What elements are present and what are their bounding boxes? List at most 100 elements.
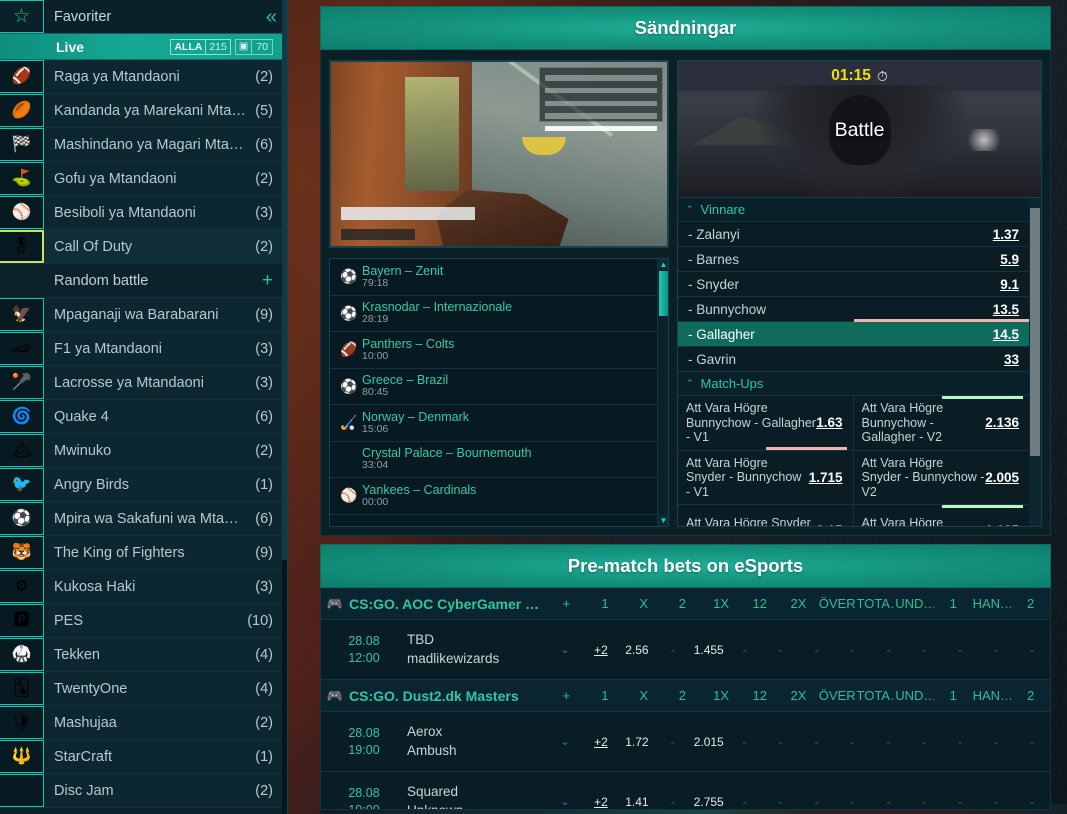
market-column-header[interactable]: + <box>547 596 586 611</box>
odds-cell[interactable]: 2.015 <box>691 735 727 749</box>
matchup-cell[interactable]: Att Vara Högre Snyder - Barnes - 1.625 <box>854 505 1030 526</box>
market-column-header[interactable]: ÖVER <box>818 688 857 703</box>
live-match-row[interactable]: 🏈 Panthers – Colts 10:00 <box>330 332 658 369</box>
chevron-down-icon[interactable]: ⌄ <box>973 610 1012 611</box>
market-column-header[interactable]: TOTA…⌄ <box>857 596 896 611</box>
live-match-row[interactable]: Crystal Palace – Bournemouth 33:04 <box>330 442 658 478</box>
sidebar-item-lacrosse-ya-mtandaoni[interactable]: 🥍 Lacrosse ya Mtandaoni (3) <box>0 366 287 400</box>
odds-row[interactable]: - Gallagher 14.5 <box>678 322 1029 347</box>
odds-row[interactable]: - Bunnychow 13.5 <box>678 297 1029 322</box>
expand-markets-icon[interactable]: ⌄ <box>547 795 583 808</box>
sidebar-item-pes[interactable]: 🅿 PES (10) <box>0 604 287 638</box>
matchup-odds[interactable]: 2.005 <box>985 470 1019 485</box>
market-column-header[interactable]: 2 <box>1011 688 1050 703</box>
market-column-header[interactable]: 1X <box>702 596 741 611</box>
chevron-down-icon[interactable]: ⌄ <box>857 702 896 703</box>
live-match-row[interactable]: 🏑 Norway – Denmark 15:06 <box>330 405 658 442</box>
sidebar-item-mashujaa[interactable]: 🛡 Mashujaa (2) <box>0 706 287 740</box>
odds-row[interactable]: - Snyder 9.1 <box>678 272 1029 297</box>
market-column-header[interactable]: 1 <box>934 596 973 611</box>
sidebar-item-tekken[interactable]: 🥋 Tekken (4) <box>0 638 287 672</box>
odds-value[interactable]: 9.1 <box>1000 277 1019 292</box>
market-column-header[interactable]: 1 <box>586 596 625 611</box>
sidebar-item-the-king-of-fighters[interactable]: 🐯 The King of Fighters (9) <box>0 536 287 570</box>
chevron-up-icon[interactable]: ⌃ <box>686 378 694 389</box>
sidebar-scrollbar[interactable] <box>282 0 287 814</box>
odds-row[interactable]: - Barnes 5.9 <box>678 247 1029 272</box>
live-match-row[interactable]: ⚽ Krasnodar – Internazionale 28:19 <box>330 296 658 332</box>
chevron-down-icon[interactable]: ⌄ <box>857 610 896 611</box>
market-column-header[interactable]: X⌄ <box>624 688 663 703</box>
odds-scrollbar[interactable] <box>1029 198 1041 526</box>
sidebar-item-mwinuko[interactable]: 🏔 Mwinuko (2) <box>0 434 287 468</box>
sidebar-item-mashindano-ya-magari-mta[interactable]: 🏁 Mashindano ya Magari Mta… (6) <box>0 128 287 162</box>
market-column-header[interactable]: 2 <box>1011 596 1050 611</box>
odds-scrollbar-thumb[interactable] <box>1030 208 1040 456</box>
market-column-header[interactable]: + <box>547 688 586 703</box>
match-list-scrollbar[interactable]: ▲ ▼ <box>657 259 668 526</box>
matchup-odds[interactable]: 1.625 <box>985 523 1019 526</box>
match-list-scrollbar-thumb[interactable] <box>659 271 668 316</box>
expand-markets-icon[interactable]: ⌄ <box>547 735 583 748</box>
odds-cell[interactable]: +2 <box>583 735 619 749</box>
odds-cell[interactable]: 2.56 <box>619 643 655 657</box>
market-column-header[interactable]: 12⌄ <box>740 688 779 703</box>
market-column-header[interactable]: UND… <box>895 688 934 703</box>
league-header[interactable]: 🎮CS:GO. Dust2.dk Masters+1X⌄21X12⌄2XÖVER… <box>321 680 1050 712</box>
market-column-header[interactable]: HAN…⌄ <box>973 688 1012 703</box>
matchup-cell[interactable]: Att Vara Högre Snyder - Bunnychow - V1 1.… <box>678 450 854 504</box>
market-column-header[interactable]: 2X <box>779 596 818 611</box>
sidebar-item-raga-ya-mtandaoni[interactable]: 🏈 Raga ya Mtandaoni (2) <box>0 60 287 94</box>
live-match-row[interactable]: ⚽ Greece – Brazil 80:45 <box>330 369 658 405</box>
market-column-header[interactable]: UND… <box>895 596 934 611</box>
live-all-badge[interactable]: ALLA 215 <box>170 38 231 55</box>
sidebar-item-starcraft[interactable]: 🔱 StarCraft (1) <box>0 740 287 774</box>
expand-markets-icon[interactable]: ⌄ <box>547 643 583 656</box>
sidebar-item-kandanda-ya-marekani-mta[interactable]: 🏉 Kandanda ya Marekani Mta… (5) <box>0 94 287 128</box>
scroll-up-arrow-icon[interactable]: ▲ <box>658 259 668 270</box>
odds-cell[interactable]: +2 <box>583 643 619 657</box>
league-header[interactable]: 🎮CS:GO. AOC CyberGamer …+1X⌄21X12⌄2XÖVER… <box>321 588 1050 620</box>
odds-cell[interactable]: 1.72 <box>619 735 655 749</box>
market-column-header[interactable]: ÖVER <box>818 596 857 611</box>
live-video-player[interactable] <box>329 60 669 248</box>
matchup-odds[interactable]: 2.15 <box>816 523 842 526</box>
sidebar-item-kukosa-haki[interactable]: ⚙ Kukosa Haki (3) <box>0 570 287 604</box>
matchup-odds[interactable]: 1.715 <box>809 470 843 485</box>
sidebar-item-angry-birds[interactable]: 🐦 Angry Birds (1) <box>0 468 287 502</box>
market-column-header[interactable]: 2X <box>779 688 818 703</box>
chevron-up-icon[interactable]: ⌃ <box>686 204 694 215</box>
odds-cell[interactable]: 1.41 <box>619 795 655 809</box>
sidebar-item-live[interactable]: Live ALLA 215 ▣ 70 <box>0 34 287 60</box>
odds-value[interactable]: 1.37 <box>993 227 1019 242</box>
market-column-header[interactable]: HAN…⌄ <box>973 596 1012 611</box>
matchup-odds[interactable]: 2.136 <box>985 415 1019 430</box>
live-stream-badge[interactable]: ▣ 70 <box>234 38 273 55</box>
matchup-cell[interactable]: Att Vara Högre Snyder - Bunnychow - V2 2.… <box>854 451 1030 505</box>
prematch-event-row[interactable]: 28.08 19:00 Squared Unknown ⌄ +2 1.41 - 2.755 - - -… <box>321 772 1050 809</box>
odds-row[interactable]: - Gavrin 33 <box>678 347 1029 372</box>
odds-cell[interactable]: 2.755 <box>691 795 727 809</box>
market-column-header[interactable]: 1X <box>702 688 741 703</box>
odds-value[interactable]: 14.5 <box>993 327 1019 342</box>
live-match-row[interactable]: ⚾ Yankees – Cardinals 00:00 <box>330 478 658 515</box>
scroll-down-arrow-icon[interactable]: ▼ <box>658 515 668 526</box>
sidebar-item-twentyone[interactable]: 🂡 TwentyOne (4) <box>0 672 287 706</box>
sidebar-item-besiboli-ya-mtandaoni[interactable]: ⚾ Besiboli ya Mtandaoni (3) <box>0 196 287 230</box>
market-column-header[interactable]: TOTA…⌄ <box>857 688 896 703</box>
chevron-down-icon[interactable]: ⌄ <box>973 702 1012 703</box>
chevron-down-icon[interactable]: ⌄ <box>740 702 779 703</box>
battle-preview[interactable]: 01:15 ⏱ Battle <box>677 60 1042 198</box>
odds-value[interactable]: 33 <box>1004 352 1019 367</box>
odds-group-header[interactable]: ⌃ Match-Ups <box>678 372 1029 396</box>
prematch-event-row[interactable]: 28.08 12:00 TBD madlikewizards ⌄ +2 2.56 - 1.455… <box>321 620 1050 680</box>
chevron-down-icon[interactable]: ⌄ <box>624 702 663 703</box>
chevron-down-icon[interactable]: ⌄ <box>624 610 663 611</box>
sidebar-scrollbar-thumb[interactable] <box>282 0 287 560</box>
odds-group-header[interactable]: ⌃ Vinnare <box>678 198 1029 222</box>
sidebar-item-random-battle[interactable]: Random battle + <box>0 264 287 298</box>
sidebar-item-f1-ya-mtandaoni[interactable]: 🏎 F1 ya Mtandaoni (3) <box>0 332 287 366</box>
odds-value[interactable]: 5.9 <box>1000 252 1019 267</box>
market-column-header[interactable]: 12⌄ <box>740 596 779 611</box>
market-column-header[interactable]: 1 <box>934 688 973 703</box>
